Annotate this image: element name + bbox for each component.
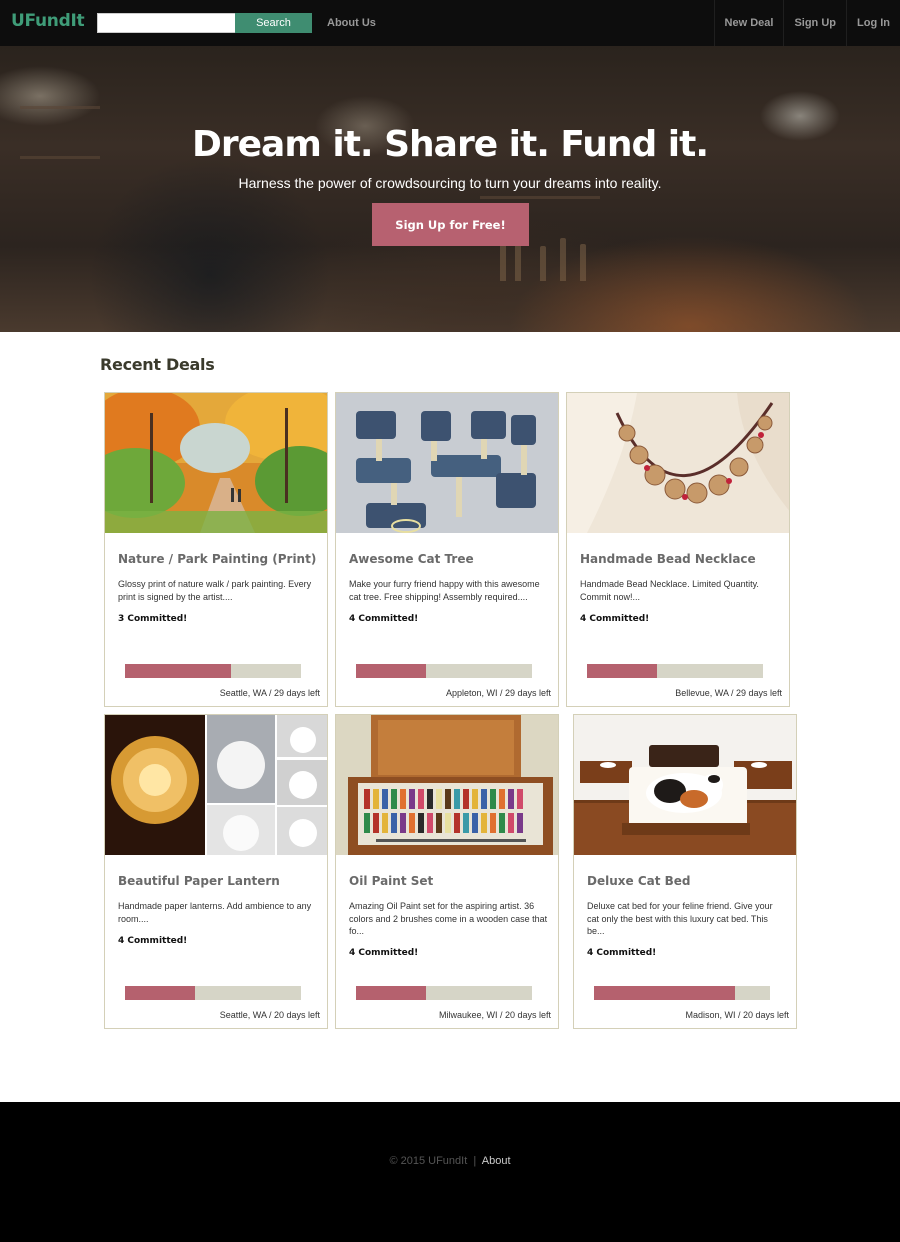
deal-image[interactable] <box>105 715 327 855</box>
progress-fill <box>125 986 196 1000</box>
deal-committed: 4 Committed! <box>349 614 419 624</box>
progress-fill <box>356 986 427 1000</box>
progress-bar <box>356 986 532 1000</box>
footer-separator: | <box>473 1155 477 1167</box>
search-input[interactable] <box>97 13 236 33</box>
nav-sign-up[interactable]: Sign Up <box>783 0 846 46</box>
hero-decor <box>560 238 566 281</box>
deal-committed: 4 Committed! <box>349 948 419 958</box>
deal-title[interactable]: Deluxe Cat Bed <box>587 874 691 888</box>
deal-image[interactable] <box>336 715 558 855</box>
deal-title[interactable]: Handmade Bead Necklace <box>580 552 756 566</box>
deal-location: Bellevue, WA / 29 days left <box>675 688 782 698</box>
signup-free-button[interactable]: Sign Up for Free! <box>372 203 529 246</box>
deal-description: Glossy print of nature walk / park paint… <box>118 579 312 602</box>
section-title: Recent Deals <box>100 355 215 374</box>
deal-image[interactable] <box>105 393 327 533</box>
deal-image[interactable] <box>567 393 789 533</box>
progress-fill <box>125 664 231 678</box>
deal-committed: 4 Committed! <box>587 948 657 958</box>
deal-committed: 3 Committed! <box>118 614 188 624</box>
deal-location: Appleton, WI / 29 days left <box>445 688 551 698</box>
nav-log-in[interactable]: Log In <box>846 0 900 46</box>
hero-title: Dream it. Share it. Fund it. <box>191 124 709 165</box>
nav-right-group: New Deal Sign Up Log In <box>713 0 900 46</box>
deal-location: Seattle, WA / 29 days left <box>219 688 320 698</box>
deal-title[interactable]: Beautiful Paper Lantern <box>118 874 280 888</box>
deal-title[interactable]: Oil Paint Set <box>349 874 433 888</box>
footer-text: © 2015 UFundIt | About <box>0 1155 900 1167</box>
progress-bar <box>356 664 532 678</box>
hero-decor <box>540 246 546 281</box>
deal-description: Amazing Oil Paint set for the aspiring a… <box>349 901 548 936</box>
nav-new-deal[interactable]: New Deal <box>713 0 784 46</box>
hero-decor <box>20 106 100 109</box>
deal-card[interactable]: Beautiful Paper Lantern Handmade paper l… <box>104 714 328 1029</box>
deal-location: Seattle, WA / 20 days left <box>219 1010 320 1020</box>
deal-location: Milwaukee, WI / 20 days left <box>438 1010 551 1020</box>
nav-about-us[interactable]: About Us <box>327 17 376 29</box>
progress-fill <box>356 664 427 678</box>
deal-description: Deluxe cat bed for your feline friend. G… <box>587 901 773 936</box>
hero-banner: Dream it. Share it. Fund it. Harness the… <box>0 46 900 332</box>
deal-location: Madison, WI / 20 days left <box>685 1010 789 1020</box>
deal-card[interactable]: Handmade Bead Necklace Handmade Bead Nec… <box>566 392 790 707</box>
hero-subtitle: Harness the power of crowdsourcing to tu… <box>238 175 662 191</box>
deal-description: Handmade Bead Necklace. Limited Quantity… <box>580 579 759 602</box>
deal-committed: 4 Committed! <box>580 614 650 624</box>
search-button[interactable]: Search <box>235 13 312 33</box>
deal-card[interactable]: Deluxe Cat Bed Deluxe cat bed for your f… <box>573 714 797 1029</box>
progress-fill <box>587 664 658 678</box>
deal-description: Make your furry friend happy with this a… <box>349 579 540 602</box>
hero-decor <box>480 196 600 199</box>
deal-image[interactable] <box>336 393 558 533</box>
progress-bar <box>587 664 763 678</box>
hero-decor <box>580 244 586 281</box>
deal-title[interactable]: Awesome Cat Tree <box>349 552 474 566</box>
hero-decor <box>500 241 506 281</box>
deal-card[interactable]: Nature / Park Painting (Print) Glossy pr… <box>104 392 328 707</box>
progress-bar <box>594 986 770 1000</box>
footer-about-link[interactable]: About <box>482 1155 511 1167</box>
deal-description: Handmade paper lanterns. Add ambience to… <box>118 901 312 924</box>
deal-card[interactable]: Oil Paint Set Amazing Oil Paint set for … <box>335 714 559 1029</box>
deal-image[interactable] <box>574 715 796 855</box>
footer-copyright: © 2015 UFundIt <box>389 1155 468 1167</box>
footer: © 2015 UFundIt | About <box>0 1102 900 1242</box>
deal-committed: 4 Committed! <box>118 936 188 946</box>
navbar: UFundIt Search About Us New Deal Sign Up… <box>0 0 900 46</box>
deal-title[interactable]: Nature / Park Painting (Print) <box>118 552 316 566</box>
progress-fill <box>594 986 735 1000</box>
progress-bar <box>125 986 301 1000</box>
brand-logo[interactable]: UFundIt <box>11 11 85 31</box>
deal-card[interactable]: Awesome Cat Tree Make your furry friend … <box>335 392 559 707</box>
progress-bar <box>125 664 301 678</box>
